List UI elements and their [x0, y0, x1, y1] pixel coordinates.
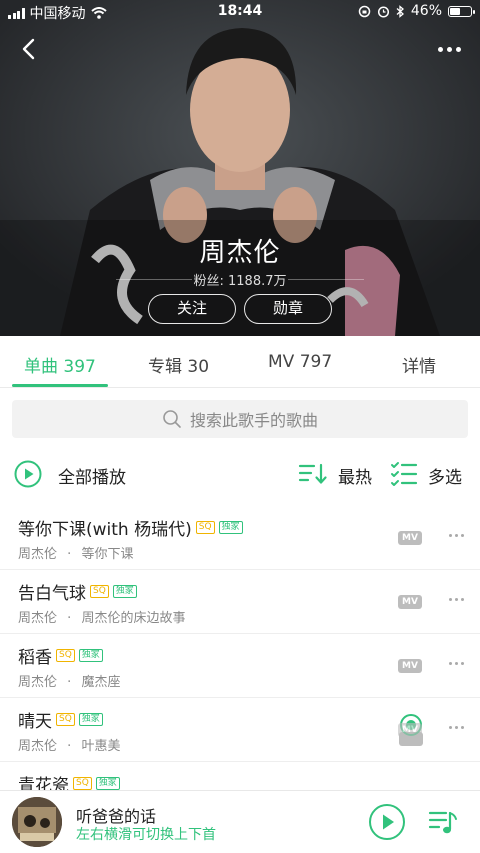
exclusive-badge: 独家: [112, 585, 137, 598]
battery-icon: [448, 5, 475, 17]
status-right: 46%: [358, 3, 475, 19]
battery-percent: 46%: [410, 3, 442, 19]
follow-button[interactable]: 关注: [148, 294, 236, 324]
exclusive-badge: 独家: [78, 713, 103, 726]
search-placeholder: 搜索此歌手的歌曲: [189, 411, 318, 430]
mv-badge[interactable]: MV: [398, 531, 422, 545]
mini-player[interactable]: 听爸爸的话 左右横滑可切换上下首: [0, 790, 480, 853]
tab-bar: 单曲 397 专辑 30 MV 797 详情: [0, 336, 480, 388]
song-title: 晴天: [18, 712, 52, 732]
sq-badge: SQ: [195, 521, 215, 534]
list-item[interactable]: 等你下课(with 杨瑞代) SQ 独家 周杰伦 · 等你下课 MV: [0, 506, 480, 570]
back-icon[interactable]: [14, 34, 44, 64]
separator: ·: [67, 611, 72, 626]
song-title-row: 等你下课(with 杨瑞代) SQ 独家: [18, 515, 243, 540]
list-check-icon[interactable]: [390, 461, 418, 487]
list-item[interactable]: 晴天 SQ 独家 周杰伦 · 叶惠美 MV: [0, 698, 480, 762]
mv-badge[interactable]: MV: [398, 723, 422, 737]
tab-mv[interactable]: MV 797: [268, 352, 332, 372]
now-playing-hint: 左右横滑可切换上下首: [76, 827, 216, 843]
list-item[interactable]: 告白气球 SQ 独家 周杰伦 · 周杰伦的床边故事 MV: [0, 570, 480, 634]
sq-badge: SQ: [73, 777, 92, 790]
more-dots-icon[interactable]: [449, 534, 464, 537]
artist-header: 中国移动 18:44 46% 周杰伦 粉丝: 1188.7万 关注 勋章: [0, 0, 480, 336]
cover-art: [12, 797, 62, 847]
search-icon: [163, 410, 181, 428]
play-circle-icon[interactable]: [14, 460, 42, 488]
song-album: 魔杰座: [81, 675, 121, 690]
bluetooth-icon: [396, 4, 404, 18]
search-input[interactable]: 搜索此歌手的歌曲: [12, 400, 468, 438]
mv-badge[interactable]: MV: [398, 659, 422, 673]
song-title-row: 晴天 SQ 独家: [18, 707, 103, 732]
song-title: 告白气球: [18, 584, 86, 604]
separator: ·: [67, 547, 72, 562]
song-album: 周杰伦的床边故事: [81, 611, 186, 626]
play-circle-icon[interactable]: [368, 803, 406, 841]
more-dots-icon[interactable]: [434, 38, 464, 60]
sq-badge: SQ: [90, 585, 109, 598]
tab-singles[interactable]: 单曲 397: [24, 352, 96, 377]
song-artist: 周杰伦: [18, 611, 58, 626]
more-dots-icon[interactable]: [449, 726, 464, 729]
playlist-icon[interactable]: [428, 809, 458, 837]
fans-divider-right: [288, 279, 364, 280]
song-album: 等你下课: [81, 547, 134, 562]
separator: ·: [67, 675, 72, 690]
sq-badge: SQ: [56, 649, 75, 662]
song-subtitle: 周杰伦 · 周杰伦的床边故事: [18, 607, 185, 626]
song-artist: 周杰伦: [18, 547, 58, 562]
song-subtitle: 周杰伦 · 魔杰座: [18, 671, 120, 690]
fans-count: 粉丝: 1188.7万: [193, 274, 287, 289]
exclusive-badge: 独家: [218, 521, 243, 534]
sort-hot-button[interactable]: 最热: [338, 463, 372, 488]
list-item[interactable]: 稻香 SQ 独家 周杰伦 · 魔杰座 MV: [0, 634, 480, 698]
multi-select-button[interactable]: 多选: [428, 463, 462, 488]
play-all-button[interactable]: 全部播放: [58, 463, 126, 488]
song-list: 等你下课(with 杨瑞代) SQ 独家 周杰伦 · 等你下课 MV 告白气球 …: [0, 506, 480, 826]
status-bar: 中国移动 18:44 46%: [0, 0, 480, 24]
song-title: 稻香: [18, 648, 52, 668]
tab-active-indicator: [12, 384, 108, 387]
song-title: 等你下课(with 杨瑞代): [18, 520, 192, 540]
mv-badge[interactable]: MV: [398, 595, 422, 609]
more-dots-icon[interactable]: [449, 598, 464, 601]
more-dots-icon[interactable]: [449, 662, 464, 665]
sort-icon[interactable]: [298, 462, 328, 486]
rotation-lock-icon: [358, 5, 371, 17]
tab-albums[interactable]: 专辑 30: [148, 352, 209, 377]
tab-details[interactable]: 详情: [402, 352, 436, 377]
exclusive-badge: 独家: [78, 649, 103, 662]
action-row: 全部播放 最热 多选: [0, 452, 480, 496]
exclusive-badge: 独家: [95, 777, 120, 790]
sq-badge: SQ: [56, 713, 75, 726]
song-artist: 周杰伦: [18, 739, 58, 754]
song-title-row: 告白气球 SQ 独家: [18, 579, 137, 604]
song-artist: 周杰伦: [18, 675, 58, 690]
artist-name: 周杰伦: [199, 238, 281, 268]
alarm-icon: [377, 5, 389, 18]
song-title-row: 稻香 SQ 独家: [18, 643, 103, 668]
song-subtitle: 周杰伦 · 叶惠美: [18, 735, 120, 754]
song-album: 叶惠美: [81, 739, 121, 754]
separator: ·: [67, 739, 72, 754]
album-cover[interactable]: [12, 797, 62, 847]
song-subtitle: 周杰伦 · 等你下课: [18, 543, 133, 562]
medal-button[interactable]: 勋章: [244, 294, 332, 324]
